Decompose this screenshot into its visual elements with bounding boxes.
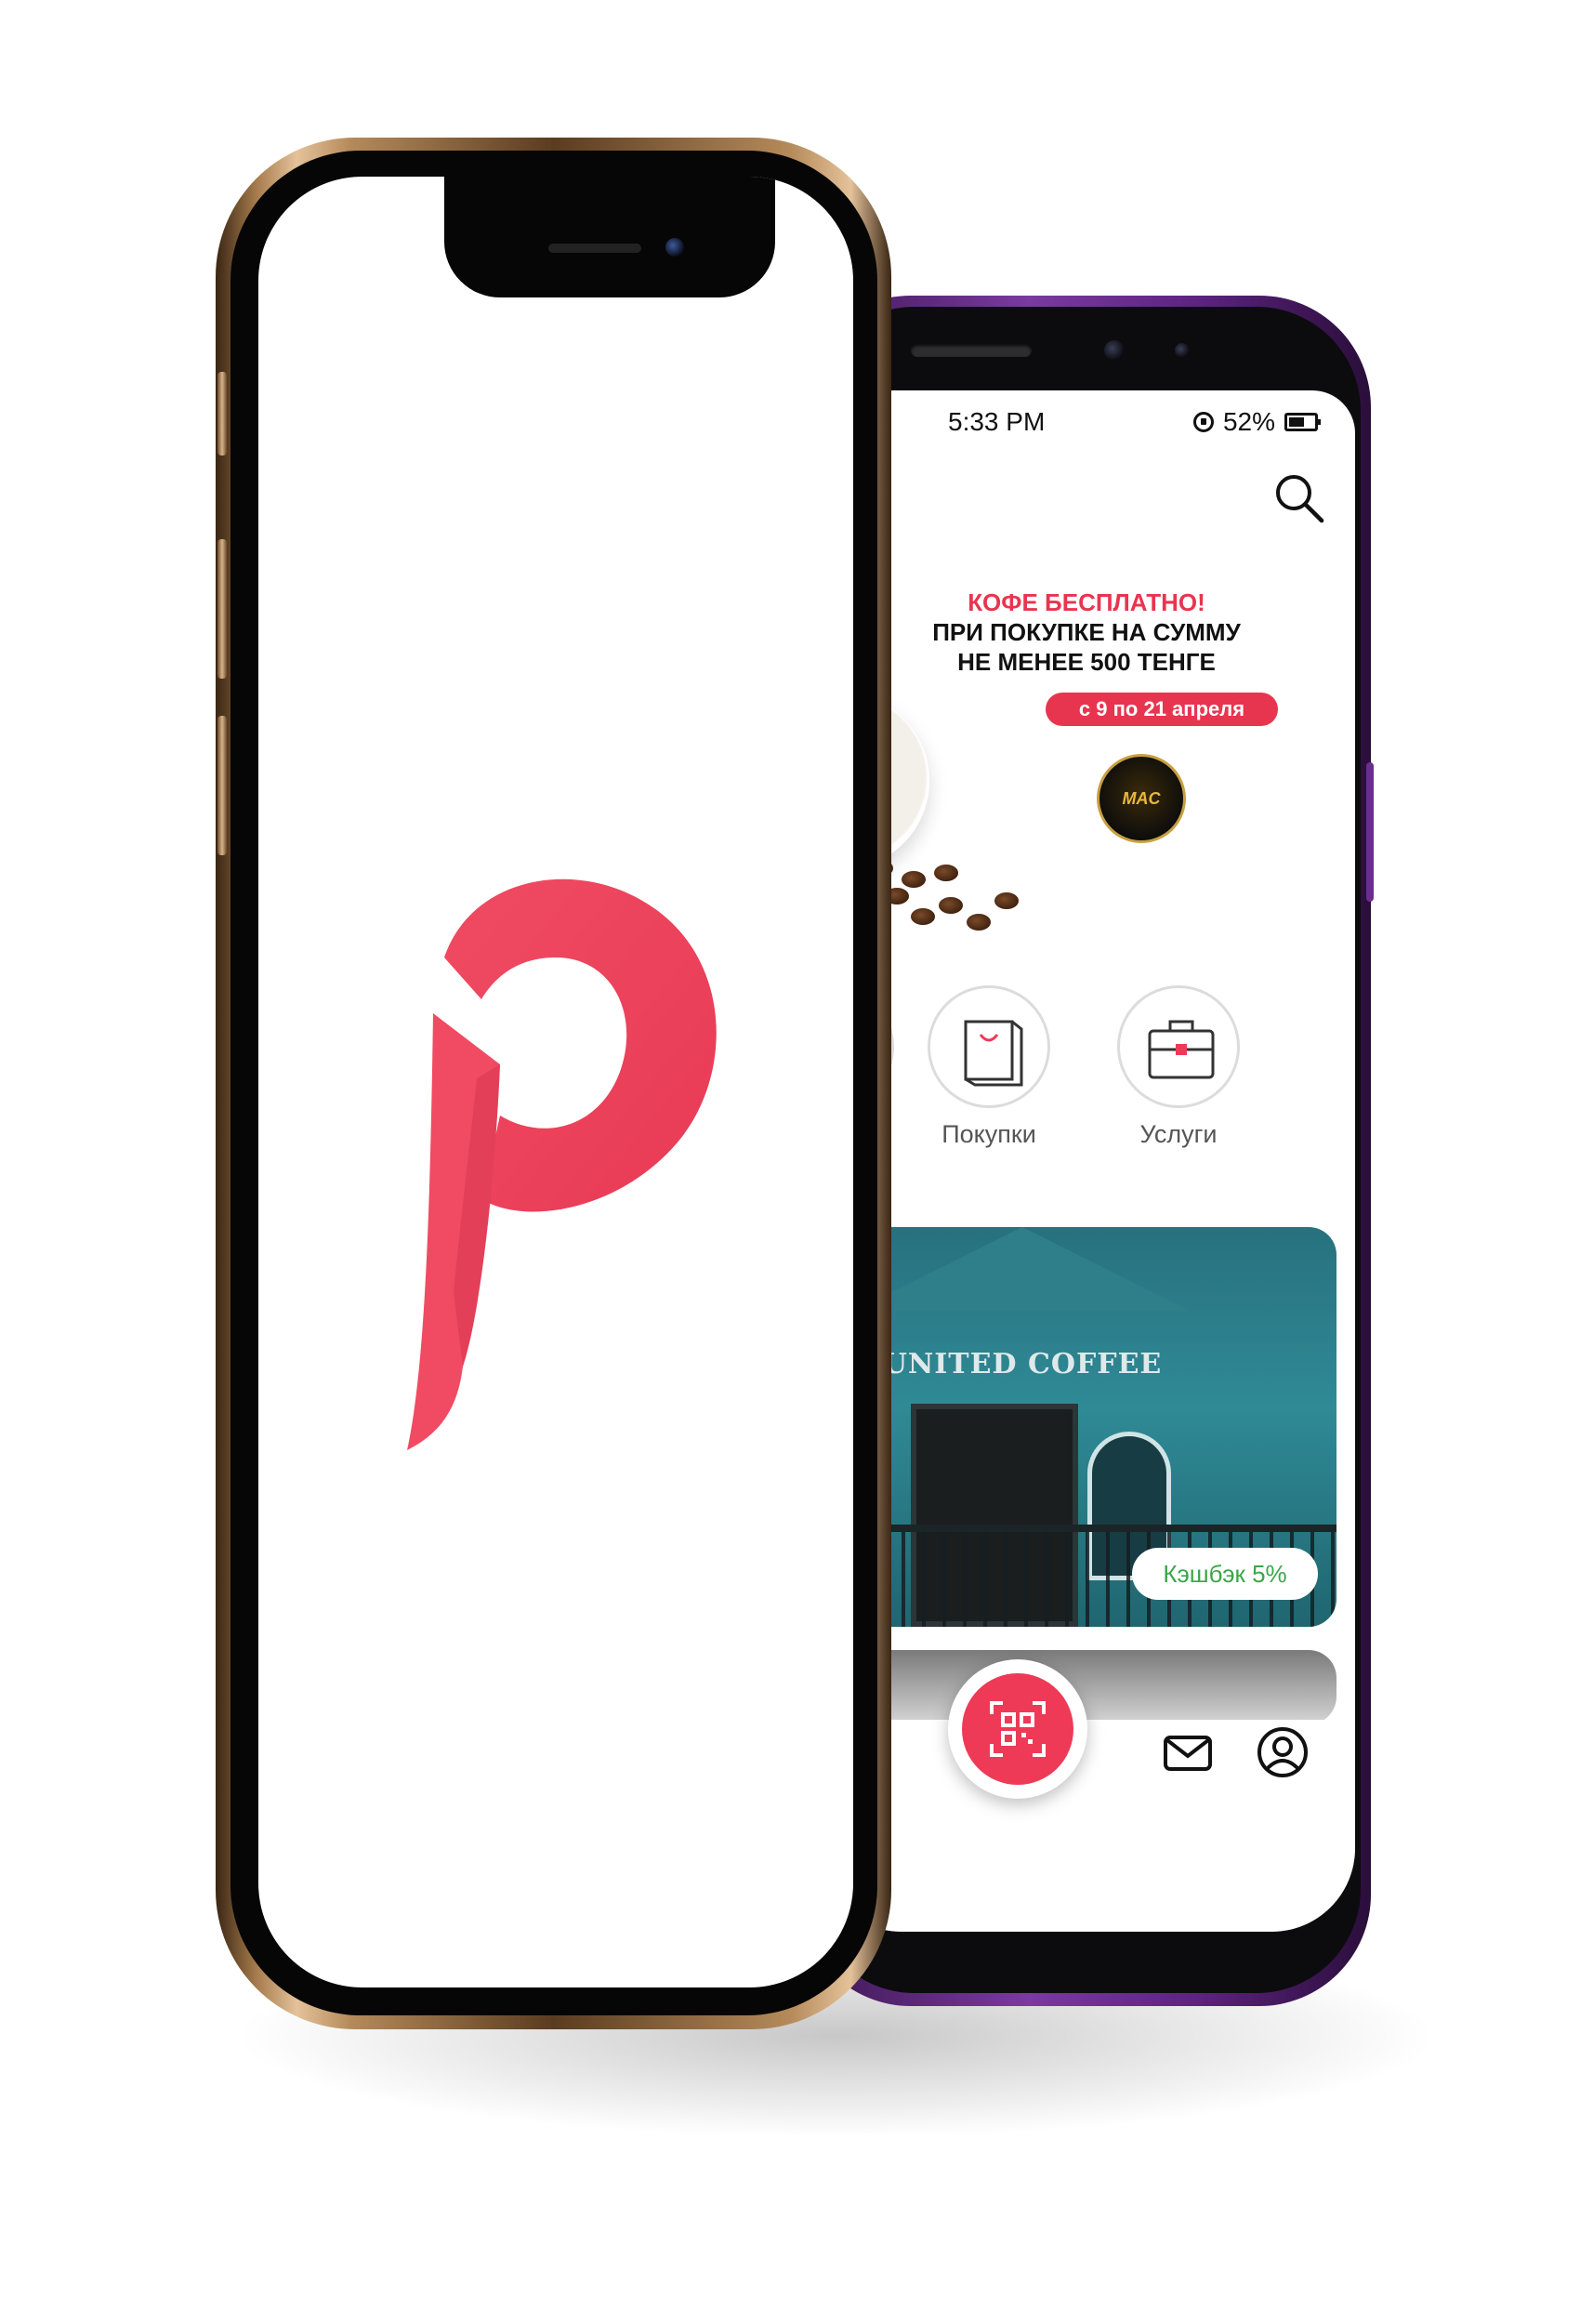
category-label: Покупки [941, 1120, 1036, 1148]
status-time: 5:33 PM [948, 407, 1046, 436]
shopping-bag-icon [964, 1020, 1023, 1087]
promo-text-line: ПРИ ПОКУПКЕ НА СУММУ [932, 618, 1241, 646]
battery-icon [1284, 413, 1321, 431]
brand-logo: MAC [1097, 754, 1186, 843]
promo-text-line: НЕ МЕНЕЕ 500 ТЕНГЕ [957, 648, 1216, 676]
status-indicators: 52% [1192, 407, 1321, 437]
iphone-front-camera [665, 238, 684, 257]
cashback-badge: Кэшбэк 5% [1132, 1548, 1318, 1600]
rotation-lock-icon [1192, 412, 1214, 432]
qr-scan-button[interactable] [962, 1673, 1073, 1785]
venue-sign: UNITED COFFEE [882, 1348, 1163, 1380]
iphone-notch [444, 177, 775, 297]
coffee-bean [939, 897, 963, 914]
iphone-speaker [548, 244, 641, 253]
search-icon[interactable] [1271, 470, 1327, 526]
promo-date-badge: с 9 по 21 апреля [1046, 693, 1278, 726]
p-logo-icon [407, 878, 717, 1450]
android-earpiece [911, 344, 1032, 357]
iphone-screen [258, 177, 853, 1987]
battery-percent: 52% [1222, 407, 1275, 436]
android-screen: 5:33 PM 52% КОФЕ БЕСПЛАТНО! ПРИ ПОКУПКЕ … [818, 390, 1355, 1932]
qr-scan-icon [990, 1701, 1046, 1757]
coffee-bean [934, 865, 958, 881]
category-shopping[interactable] [928, 985, 1050, 1108]
iphone-volume-down [217, 716, 227, 855]
briefcase-icon [1148, 1020, 1215, 1079]
android-front-camera [1104, 340, 1125, 361]
coffee-bean [902, 871, 926, 888]
iphone-volume-up [217, 539, 227, 679]
coffee-bean [911, 908, 935, 925]
mail-icon[interactable] [1160, 1724, 1216, 1780]
promo-headline: КОФЕ БЕСПЛАТНО! [968, 588, 1205, 616]
category-services[interactable] [1117, 985, 1240, 1108]
coffee-bean [967, 914, 991, 931]
profile-icon[interactable] [1255, 1724, 1310, 1780]
category-label: Услуги [1139, 1120, 1218, 1148]
android-sensor [1175, 343, 1190, 358]
promo-banner[interactable]: КОФЕ БЕСПЛАТНО! ПРИ ПОКУПКЕ НА СУММУ НЕ … [818, 544, 1355, 944]
android-side-key [1366, 762, 1374, 902]
venue-card[interactable]: UNITED COFFEE offee Кэшбэк 5% [818, 1227, 1336, 1627]
coffee-bean [994, 892, 1019, 909]
building-roof [855, 1227, 1190, 1311]
iphone-silent-switch [217, 372, 227, 456]
